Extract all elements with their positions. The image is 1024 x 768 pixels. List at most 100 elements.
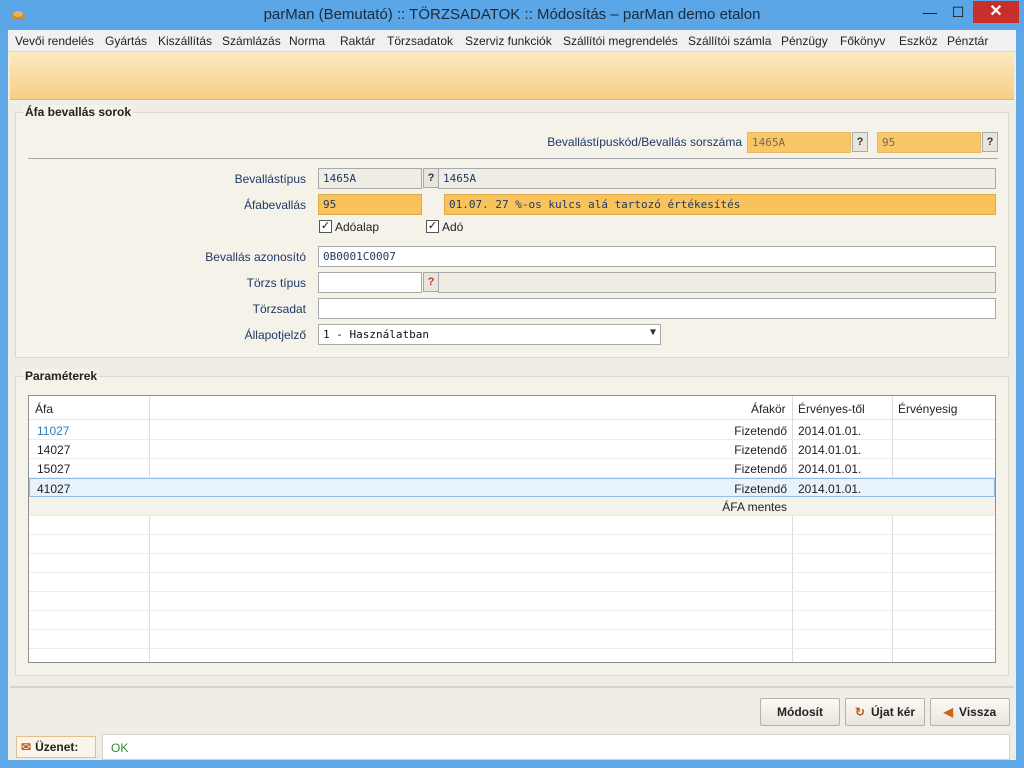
menu-item-vevoi-rendeles[interactable]: Vevői rendelés (15, 34, 94, 48)
id-field[interactable]: 0B0001C0007 (318, 246, 996, 267)
master-data-field[interactable] (318, 298, 996, 319)
cell-afa: 41027 (37, 482, 71, 496)
header-banner (10, 52, 1014, 100)
column-header-afakor[interactable]: Áfakör (751, 402, 786, 416)
code-lookup-button[interactable]: ? (852, 132, 868, 152)
column-header-afa[interactable]: Áfa (35, 402, 53, 416)
table-row[interactable]: 15027 Fizetendő 2014.01.01. (29, 459, 995, 478)
cell-afakor: Fizetendő (734, 482, 787, 496)
window-title: parMan (Bemutató) :: TÖRZSADATOK :: Módo… (263, 6, 761, 23)
menu-item-kiszallitas[interactable]: Kiszállítás (158, 34, 212, 48)
table-row-empty[interactable] (29, 535, 995, 554)
afa-field[interactable]: 95 (318, 194, 422, 215)
code-label: Bevallástípuskód/Bevallás sorszáma (547, 135, 742, 149)
message-button[interactable]: ✉ Üzenet: (16, 736, 96, 758)
menu-item-eszkoz[interactable]: Eszköz (899, 34, 938, 48)
menu-item-gyartas[interactable]: Gyártás (105, 34, 147, 48)
arrow-left-icon: ◀ (943, 705, 954, 719)
table-row-empty[interactable] (29, 516, 995, 535)
message-bar: ✉ Üzenet: OK (10, 732, 1014, 760)
ado-checkbox[interactable]: ✓ (426, 220, 439, 233)
type-label: Bevallástípus (234, 172, 306, 186)
button-bar: Módosít ↻ Újat kér ◀ Vissza (10, 686, 1014, 732)
message-field: OK (102, 734, 1010, 760)
parameters-table[interactable]: Áfa Áfakör Érvényes-től Érvényesig 11027… (28, 395, 996, 663)
cell-afa: 15027 (37, 462, 71, 476)
table-row[interactable]: 11027 Fizetendő 2014.01.01. (29, 421, 995, 440)
type-description-field: 1465A (438, 168, 996, 189)
cell-afakor: ÁFA mentes (722, 500, 787, 514)
menu-item-szallitoi-megrendeles[interactable]: Szállítói megrendelés (563, 34, 678, 48)
ado-label: Adó (442, 220, 464, 234)
status-select[interactable]: 1 - Használatban ▼ (318, 324, 661, 345)
menu-item-szerviz-funkciok[interactable]: Szerviz funkciók (465, 34, 552, 48)
refresh-icon: ↻ (854, 705, 866, 719)
master-type-field[interactable] (318, 272, 422, 293)
adoalap-checkbox[interactable]: ✓ (319, 220, 332, 233)
back-button[interactable]: ◀ Vissza (930, 698, 1010, 726)
back-button-label: Vissza (959, 705, 997, 719)
menu-item-szallitoi-szamla[interactable]: Szállítói számla (688, 34, 771, 48)
application-window: parMan (Bemutató) :: TÖRZSADATOK :: Módo… (0, 0, 1024, 768)
status-value: 1 - Használatban (323, 328, 429, 341)
envelope-icon: ✉ (21, 740, 32, 754)
type-field[interactable]: 1465A (318, 168, 422, 189)
code-field[interactable]: 1465A (747, 132, 851, 153)
menu-item-penztar[interactable]: Pénztár (947, 34, 988, 48)
title-bar[interactable]: parMan (Bemutató) :: TÖRZSADATOK :: Módo… (0, 0, 1024, 30)
modify-button-label: Módosít (777, 705, 823, 719)
modify-button[interactable]: Módosít (760, 698, 840, 726)
cell-afakor: Fizetendő (734, 462, 787, 476)
table-row-empty[interactable] (29, 630, 995, 649)
client-area: Vevői rendelés Gyártás Kiszállítás Száml… (8, 30, 1016, 760)
cell-afakor: Fizetendő (734, 424, 787, 438)
afa-label: Áfabevallás (243, 198, 306, 212)
menu-item-fokonyv[interactable]: Főkönyv (840, 34, 885, 48)
afa-bevallas-group: Áfa bevallás sorok Bevallástípuskód/Beva… (15, 105, 1009, 358)
column-header-to[interactable]: Érvényesig (898, 402, 957, 416)
master-type-description-field (438, 272, 996, 293)
table-row-empty[interactable] (29, 592, 995, 611)
chevron-down-icon: ▼ (649, 327, 656, 338)
section-title-parameterek: Paraméterek (23, 369, 100, 383)
table-row-empty[interactable] (29, 611, 995, 630)
divider (28, 158, 998, 159)
cell-afa: 14027 (37, 443, 71, 457)
section-title-afa-bevallas: Áfa bevallás sorok (23, 105, 134, 119)
table-header: Áfa Áfakör Érvényes-től Érvényesig (29, 396, 995, 420)
adoalap-label: Adóalap (335, 220, 380, 234)
cell-afa: 11027 (37, 424, 70, 438)
serial-lookup-button[interactable]: ? (982, 132, 998, 152)
table-row-selected[interactable]: 41027 Fizetendő 2014.01.01. (29, 478, 995, 497)
id-label: Bevallás azonosító (205, 250, 306, 264)
menu-item-torzsadatok[interactable]: Törzsadatok (387, 34, 453, 48)
serial-field[interactable]: 95 (877, 132, 981, 153)
column-header-from[interactable]: Érvényes-től (798, 402, 865, 416)
table-row[interactable]: 14027 Fizetendő 2014.01.01. (29, 440, 995, 459)
cell-from: 2014.01.01. (798, 462, 862, 476)
type-lookup-button[interactable]: ? (423, 168, 439, 188)
menu-item-norma[interactable]: Norma (289, 34, 325, 48)
afa-description-field: 01.07. 27 %-os kulcs alá tartozó értékes… (444, 194, 996, 215)
maximize-button[interactable]: ☐ (945, 1, 971, 23)
minimize-button[interactable]: — (917, 1, 943, 23)
message-label: Üzenet: (35, 740, 79, 754)
table-row-empty[interactable] (29, 573, 995, 592)
cell-from: 2014.01.01. (798, 482, 862, 496)
master-type-label: Törzs típus (246, 276, 306, 290)
menu-item-penzugy[interactable]: Pénzügy (781, 34, 828, 48)
status-label: Állapotjelző (244, 328, 306, 342)
table-row[interactable]: ÁFA mentes (29, 497, 995, 516)
master-data-label: Törzsadat (252, 302, 306, 316)
new-button-label: Újat kér (871, 705, 916, 719)
cell-from: 2014.01.01. (798, 424, 862, 438)
master-type-lookup-button[interactable]: ? (423, 272, 439, 292)
cell-from: 2014.01.01. (798, 443, 862, 457)
menu-bar: Vevői rendelés Gyártás Kiszállítás Száml… (8, 30, 1016, 52)
new-button[interactable]: ↻ Újat kér (845, 698, 925, 726)
table-row-empty[interactable] (29, 554, 995, 573)
menu-item-raktar[interactable]: Raktár (340, 34, 375, 48)
close-button[interactable]: ✕ (973, 1, 1019, 23)
menu-item-szamlazas[interactable]: Számlázás (222, 34, 281, 48)
cell-afakor: Fizetendő (734, 443, 787, 457)
